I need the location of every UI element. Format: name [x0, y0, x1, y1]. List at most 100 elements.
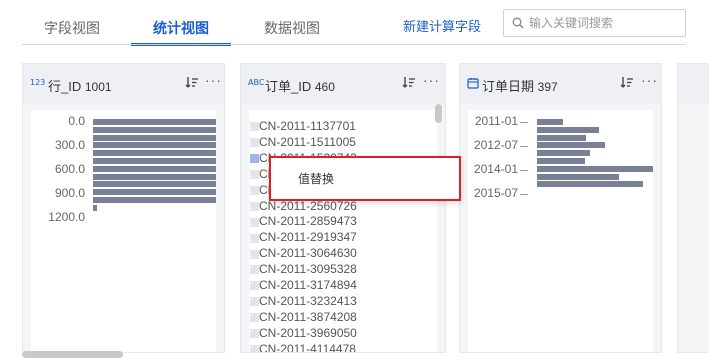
list-item-label: CN-2011-3095328 — [259, 262, 357, 277]
value-bar — [250, 185, 259, 195]
histogram-bar[interactable] — [93, 119, 216, 125]
tab-divider — [22, 44, 686, 45]
histogram-bar[interactable] — [93, 126, 216, 133]
axis-label: 0.0 — [68, 114, 85, 128]
axis-label: 2015-07 — [473, 186, 518, 200]
axis-label: 2012-07 — [473, 138, 518, 152]
histogram-bar[interactable] — [537, 126, 599, 133]
search-box[interactable] — [503, 9, 686, 37]
histogram-bar[interactable] — [537, 165, 653, 172]
calendar-icon — [467, 78, 479, 89]
value-bar — [250, 201, 259, 211]
list-item-label: CN-2011-2919347 — [259, 230, 357, 245]
list-item-label: CN-2011-2859473 — [259, 214, 357, 229]
sort-icon[interactable] — [185, 75, 199, 89]
value-bar — [250, 313, 259, 323]
card-header: ABC 订单_ID 460 ··· — [241, 64, 445, 104]
histogram-bar[interactable] — [93, 197, 216, 203]
axis-label: 300.0 — [54, 138, 85, 152]
list-item-label: CN-2011-3874208 — [259, 309, 357, 324]
card-title: 订单_ID 460 — [265, 79, 335, 94]
histogram-bar[interactable] — [93, 189, 216, 196]
axis-label: 2011-01 — [474, 114, 518, 128]
histogram-bar[interactable] — [537, 150, 590, 157]
horizontal-scrollbar[interactable] — [22, 351, 123, 358]
card-header: 123 行_ID 1001 ··· — [23, 64, 224, 104]
histogram-bar[interactable] — [93, 173, 216, 180]
list-item[interactable]: CN-2011-3969050 — [250, 326, 357, 340]
search-input[interactable] — [529, 14, 679, 32]
histogram-bar[interactable] — [537, 158, 585, 164]
axis-label: 600.0 — [54, 162, 85, 176]
tab-data-view[interactable]: 数据视图 — [264, 18, 320, 38]
axis-label: 1200.0 — [48, 210, 85, 224]
replace-value-menu-item[interactable]: 值替换 — [298, 170, 334, 187]
value-bar — [250, 170, 259, 180]
list-item[interactable]: CN-2011-3064630 — [250, 246, 357, 260]
value-bar — [250, 265, 259, 275]
list-item-label: CN-2011-4114478 — [259, 341, 356, 352]
value-bar — [250, 233, 259, 243]
card-header — [678, 64, 709, 104]
list-item[interactable]: CN-2011-2859473 — [250, 214, 357, 228]
histogram-bar[interactable] — [537, 142, 605, 149]
histogram-bar[interactable] — [93, 165, 216, 172]
histogram-bar[interactable] — [537, 173, 619, 180]
tab-stat-view[interactable]: 统计视图 — [153, 18, 209, 38]
histogram-bar[interactable] — [93, 181, 216, 188]
sort-icon[interactable] — [402, 75, 416, 89]
list-item-label: CN-2011-3232413 — [259, 293, 357, 308]
value-bar — [250, 154, 259, 164]
more-options-icon[interactable]: ··· — [205, 72, 222, 88]
histogram-bar[interactable] — [93, 158, 216, 164]
histogram-bar[interactable] — [93, 150, 216, 157]
axis-tick — [520, 146, 528, 147]
top-bar: 字段视图 统计视图 数据视图 新建计算字段 — [0, 0, 709, 46]
axis-tick — [520, 194, 528, 195]
list-item-label: CN-2011-3969050 — [259, 325, 357, 340]
more-options-icon[interactable]: ··· — [423, 72, 440, 88]
field-card-partial — [677, 63, 709, 353]
list-item[interactable]: CN-2011-4114478 — [250, 342, 356, 352]
value-list: CN-2011-1137701CN-2011-1511005CN-2011-15… — [249, 110, 437, 352]
card-header: 订单日期 397 ··· — [460, 64, 661, 104]
histogram-bar[interactable] — [537, 181, 644, 188]
list-item[interactable]: CN-2011-3232413 — [250, 294, 357, 308]
value-bar — [250, 122, 259, 132]
histogram-bar[interactable] — [93, 204, 97, 211]
text-type-icon: ABC — [248, 78, 265, 87]
axis-tick — [520, 170, 528, 171]
sort-icon[interactable] — [620, 75, 634, 89]
list-item-label: CN-2011-3064630 — [259, 246, 357, 261]
list-item[interactable]: CN-2011-1511005 — [250, 135, 356, 149]
list-item[interactable]: CN-2011-3174894 — [250, 278, 357, 292]
list-item-label: CN-2011-1511005 — [259, 134, 356, 149]
histogram-bar[interactable] — [537, 119, 563, 125]
axis-label: 900.0 — [54, 186, 85, 200]
axis-label: 2014-01 — [473, 162, 518, 176]
value-bar — [250, 344, 259, 352]
value-bar — [250, 297, 259, 307]
card-title: 订单日期 397 — [482, 79, 558, 94]
value-bar — [250, 138, 259, 148]
number-type-icon: 123 — [30, 78, 46, 87]
list-item[interactable]: CN-2011-3874208 — [250, 310, 357, 324]
list-item[interactable]: CN-2011-3095328 — [250, 262, 357, 276]
list-item[interactable]: CN-2011-2919347 — [250, 230, 357, 244]
field-card-order-date: 订单日期 397 ··· 2011-01 2012-07 2014-01 201… — [459, 63, 662, 353]
histogram-bar[interactable] — [537, 134, 587, 141]
vertical-scrollbar[interactable] — [435, 104, 442, 123]
histogram-area: 0.0 300.0 600.0 900.0 1200.0 — [31, 110, 216, 352]
card-title: 行_ID 1001 — [48, 79, 112, 94]
value-bar — [250, 281, 259, 291]
search-icon — [512, 17, 524, 29]
list-item-label: CN-2011-3174894 — [259, 278, 357, 292]
more-options-icon[interactable]: ··· — [641, 72, 658, 88]
histogram-bar[interactable] — [93, 134, 216, 141]
new-calculated-field-button[interactable]: 新建计算字段 — [403, 16, 481, 35]
histogram-bar[interactable] — [93, 142, 216, 149]
tab-field-view[interactable]: 字段视图 — [44, 18, 100, 38]
list-item[interactable]: CN-2011-1137701 — [250, 119, 356, 133]
field-card-row-id: 123 行_ID 1001 ··· 0.0 300.0 600.0 900.0 … — [22, 63, 225, 353]
axis-tick — [520, 122, 528, 123]
